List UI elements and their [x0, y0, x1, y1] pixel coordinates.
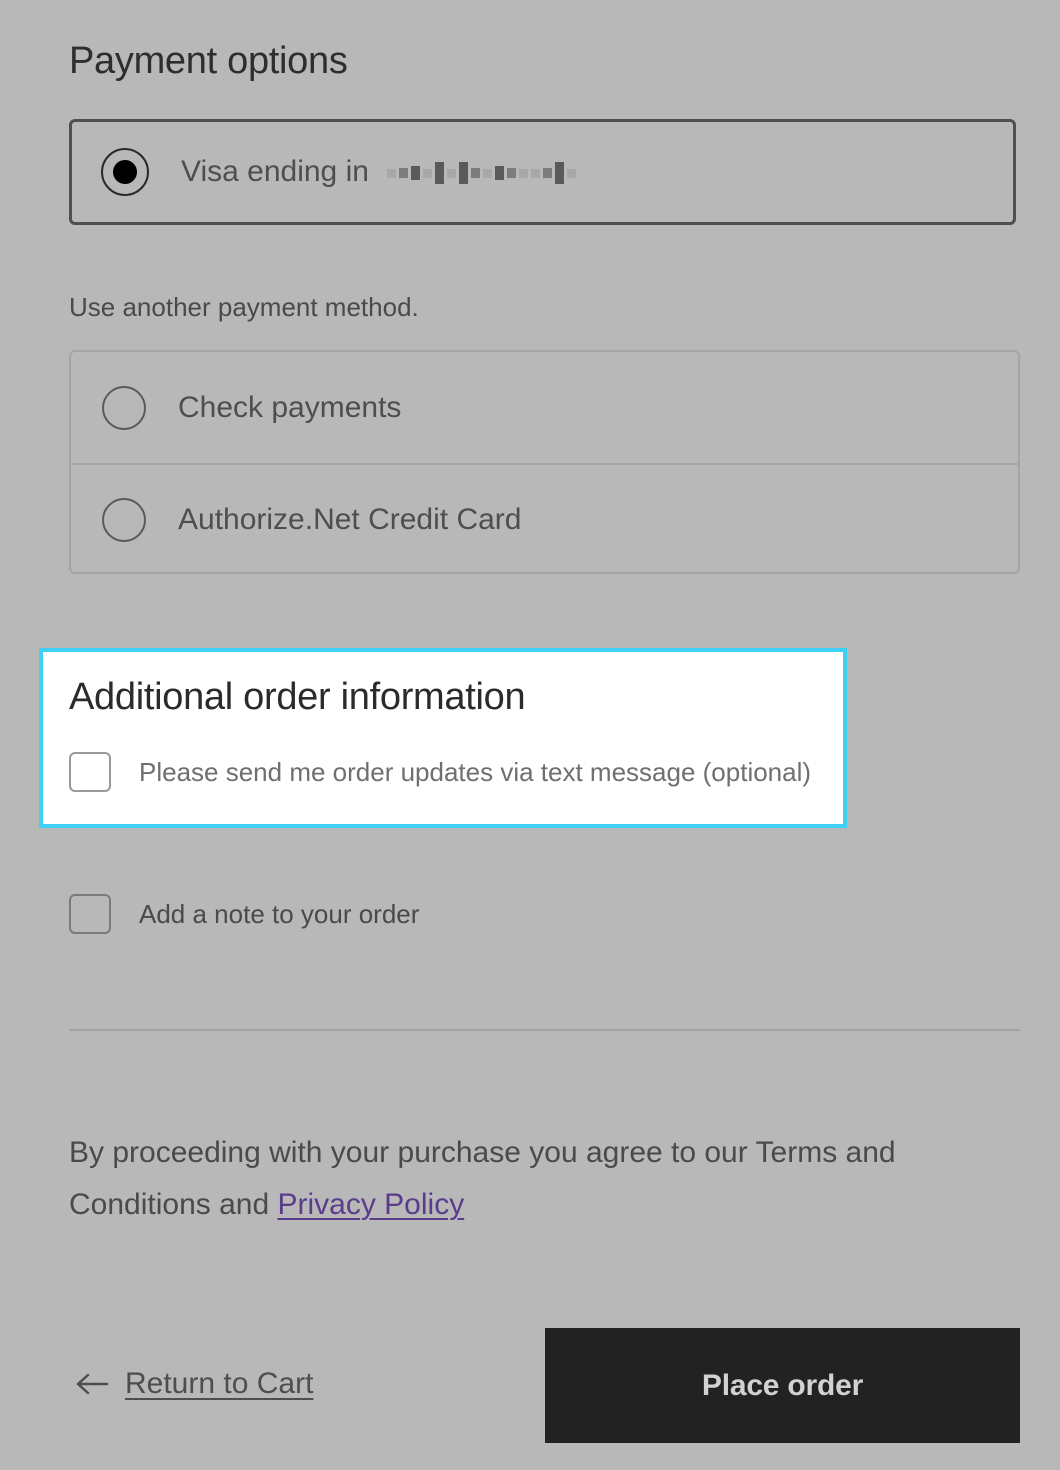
radio-selected-dot — [113, 160, 137, 184]
masked-card-number — [387, 158, 577, 188]
payment-options-title: Payment options — [69, 40, 348, 82]
check-payments-radio[interactable] — [102, 385, 146, 430]
saved-visa-option[interactable]: Visa ending in — [69, 119, 1016, 225]
another-payment-method-label: Use another payment method. — [69, 292, 419, 322]
add-note-label: Add a note to your order — [139, 899, 420, 929]
terms-text: By proceeding with your purchase you agr… — [69, 1136, 896, 1221]
add-note-option[interactable]: Add a note to your order — [69, 894, 419, 934]
saved-visa-radio[interactable] — [101, 148, 149, 196]
sms-updates-label: Please send me order updates via text me… — [139, 757, 812, 787]
payment-option-authorize-net[interactable]: Authorize.Net Credit Card — [71, 463, 1018, 574]
additional-order-info-section: Additional order information Please send… — [39, 648, 847, 828]
sms-updates-checkbox[interactable] — [69, 752, 111, 792]
sms-updates-option[interactable]: Please send me order updates via text me… — [69, 752, 811, 792]
arrow-left-icon — [76, 1373, 109, 1395]
authorize-net-label: Authorize.Net Credit Card — [178, 502, 522, 536]
add-note-checkbox[interactable] — [69, 894, 111, 934]
return-to-cart-link[interactable]: Return to Cart — [75, 1362, 313, 1406]
section-divider — [69, 1029, 1020, 1031]
privacy-policy-link[interactable]: Privacy Policy — [277, 1188, 464, 1221]
payment-option-check[interactable]: Check payments — [71, 352, 1018, 463]
authorize-net-radio[interactable] — [102, 497, 146, 542]
check-payments-label: Check payments — [178, 390, 402, 424]
place-order-button[interactable]: Place order — [545, 1328, 1020, 1443]
additional-order-info-title: Additional order information — [69, 676, 526, 718]
saved-visa-label-text: Visa ending in — [181, 155, 369, 188]
return-to-cart-label: Return to Cart — [125, 1367, 314, 1400]
payment-methods-list: Check payments Authorize.Net Credit Card — [69, 350, 1020, 574]
saved-visa-label: Visa ending in — [181, 152, 577, 192]
terms-notice: By proceeding with your purchase you agr… — [69, 1127, 949, 1231]
